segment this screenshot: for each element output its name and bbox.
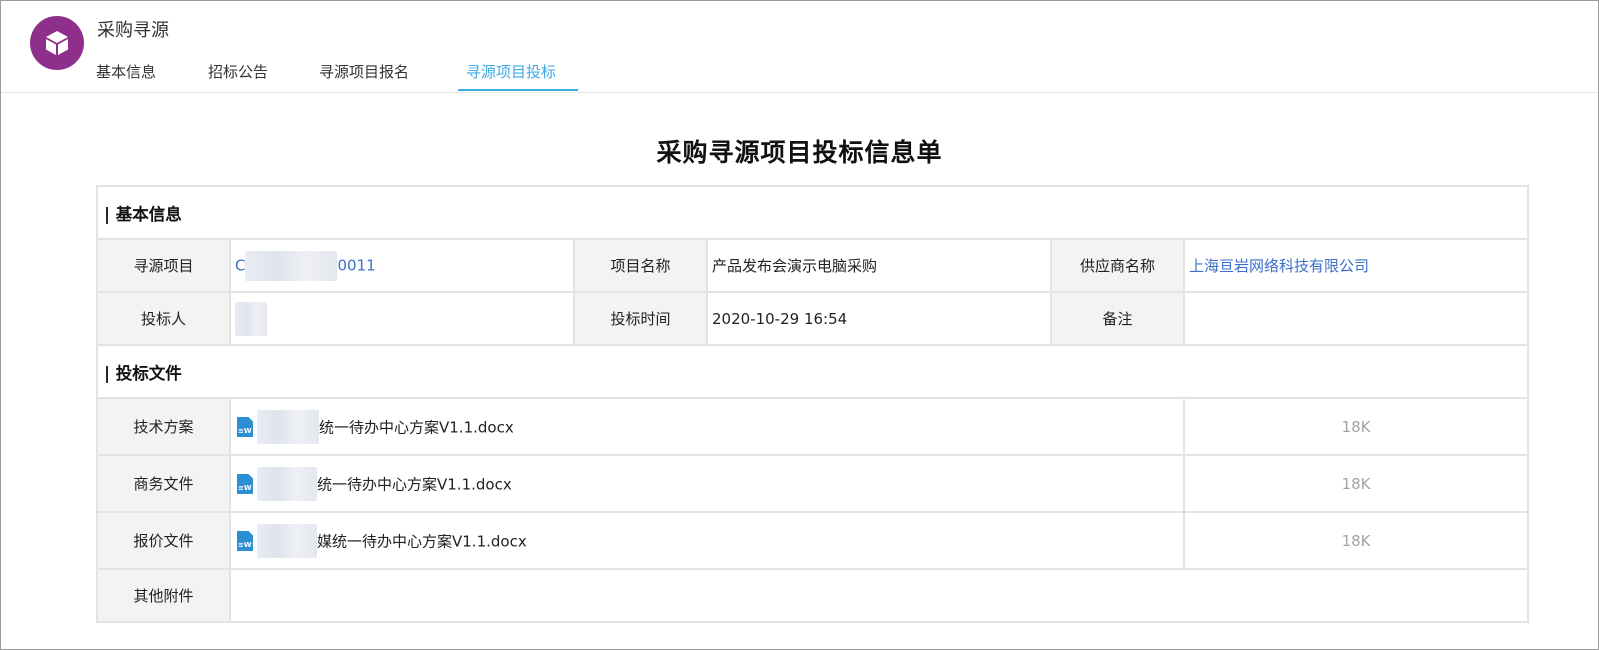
tab-project-bidding[interactable]: 寻源项目投标 [466,60,556,90]
bid-time-label: 投标时间 [573,291,708,346]
file-size: 18K [1182,511,1530,570]
bidder-value [229,291,575,346]
file-row-other: 其他附件 [96,568,1530,623]
remark-value [1182,291,1530,346]
tab-project-registration[interactable]: 寻源项目报名 [319,60,409,90]
bid-info-table: | 基本信息 寻源项目 C 0011 项目名称 产品发布会演示电脑采购 供应商名称… [95,185,1530,623]
redacted-blur [257,523,317,558]
redacted-blur [257,409,319,444]
section-row-basic-info: | 基本信息 [95,185,1530,240]
sourcing-project-suffix[interactable]: 0011 [337,256,375,274]
other-attachments-label: 其他附件 [96,568,231,623]
tab-tender-notice[interactable]: 招标公告 [208,60,268,90]
word-doc-icon: ≡W [237,473,253,494]
header-divider [1,92,1597,93]
active-tab-indicator [458,89,578,91]
file-row-label: 商务文件 [96,454,231,513]
section-title-basic-info: | 基本信息 [95,185,1530,240]
file-row-technical: 技术方案 ≡W 统一待办中心方案V1.1.docx 18K [96,397,1530,456]
word-doc-icon: ≡W [237,416,253,437]
sourcing-project-value[interactable]: C 0011 [229,238,575,293]
sourcing-project-label: 寻源项目 [96,238,231,293]
file-row-label: 报价文件 [96,511,231,570]
file-name-link[interactable]: 统一待办中心方案V1.1.docx [317,475,512,493]
word-doc-icon: ≡W [237,530,253,551]
file-cell[interactable]: ≡W 媒统一待办中心方案V1.1.docx [229,511,1185,570]
file-name-link[interactable]: 媒统一待办中心方案V1.1.docx [317,532,527,550]
redacted-blur [235,301,267,336]
sourcing-project-prefix[interactable]: C [235,256,245,274]
file-name-link[interactable]: 统一待办中心方案V1.1.docx [319,418,514,436]
supplier-link[interactable]: 上海亘岩网络科技有限公司 [1182,238,1530,293]
other-attachments-value [228,568,1530,623]
project-name-value: 产品发布会演示电脑采购 [706,238,1052,293]
bidder-label: 投标人 [96,291,231,346]
project-name-label: 项目名称 [573,238,708,293]
file-size: 18K [1182,454,1530,513]
info-row-2: 投标人 投标时间 2020-10-29 16:54 备注 [96,291,1530,346]
redacted-blur [257,466,317,501]
section-title-bid-files: | 投标文件 [95,344,1530,399]
document-title: 采购寻源项目投标信息单 [656,138,943,167]
info-row-1: 寻源项目 C 0011 项目名称 产品发布会演示电脑采购 供应商名称 上海亘岩网络… [96,238,1530,293]
file-row-business: 商务文件 ≡W 统一待办中心方案V1.1.docx 18K [96,454,1530,513]
bid-time-value: 2020-10-29 16:54 [706,291,1052,346]
supplier-label: 供应商名称 [1050,238,1185,293]
app-title: 采购寻源 [97,20,169,41]
file-cell[interactable]: ≡W 统一待办中心方案V1.1.docx [229,454,1185,513]
file-size: 18K [1182,397,1530,456]
section-row-bid-files: | 投标文件 [95,344,1530,399]
remark-label: 备注 [1050,291,1185,346]
redacted-blur [245,250,338,281]
cube-icon [46,31,68,55]
file-cell[interactable]: ≡W 统一待办中心方案V1.1.docx [229,397,1185,456]
tab-basic-info[interactable]: 基本信息 [96,60,156,90]
file-row-quotation: 报价文件 ≡W 媒统一待办中心方案V1.1.docx 18K [96,511,1530,570]
tab-bar: 基本信息 招标公告 寻源项目报名 寻源项目投标 [0,56,1597,92]
file-row-label: 技术方案 [96,397,231,456]
